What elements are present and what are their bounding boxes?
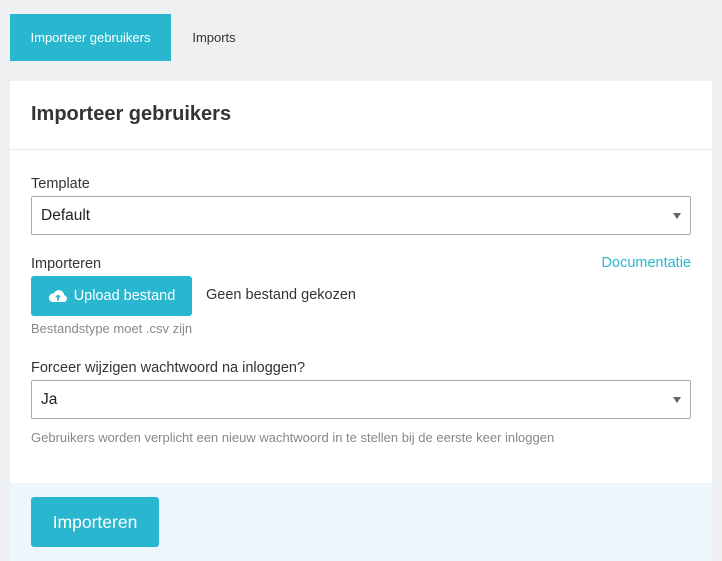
import-label: Importeren [31,256,102,272]
import-card: Importeer gebruikers Template Default Im… [10,81,712,561]
page-title: Importeer gebruikers [31,103,232,125]
force-password-select-value: Ja [41,390,58,408]
force-password-label: Forceer wijzigen wachtwoord na inloggen? [31,360,306,376]
cloud-upload-icon [48,289,67,302]
chevron-down-icon [673,212,681,219]
force-password-help: Gebruikers worden verplicht een nieuw wa… [31,430,555,445]
tab-import-users[interactable]: Importeer gebruikers [10,14,171,61]
tab-bar: Importeer gebruikers Imports [10,14,257,61]
template-select[interactable]: Default [31,196,691,235]
upload-file-button[interactable]: Upload bestand [31,276,192,316]
form-footer: Importeren [10,483,712,561]
file-type-help: Bestandstype moet .csv zijn [31,321,193,336]
tab-imports[interactable]: Imports [171,14,257,61]
upload-button-label: Upload bestand [73,288,176,304]
chevron-down-icon [673,396,681,403]
import-submit-button[interactable]: Importeren [31,497,159,547]
card-header: Importeer gebruikers [10,81,712,150]
no-file-chosen-text: Geen bestand gekozen [206,287,356,303]
documentation-link[interactable]: Documentatie [602,255,691,271]
force-password-select[interactable]: Ja [31,380,691,419]
template-label: Template [31,176,90,192]
template-select-value: Default [41,206,91,224]
